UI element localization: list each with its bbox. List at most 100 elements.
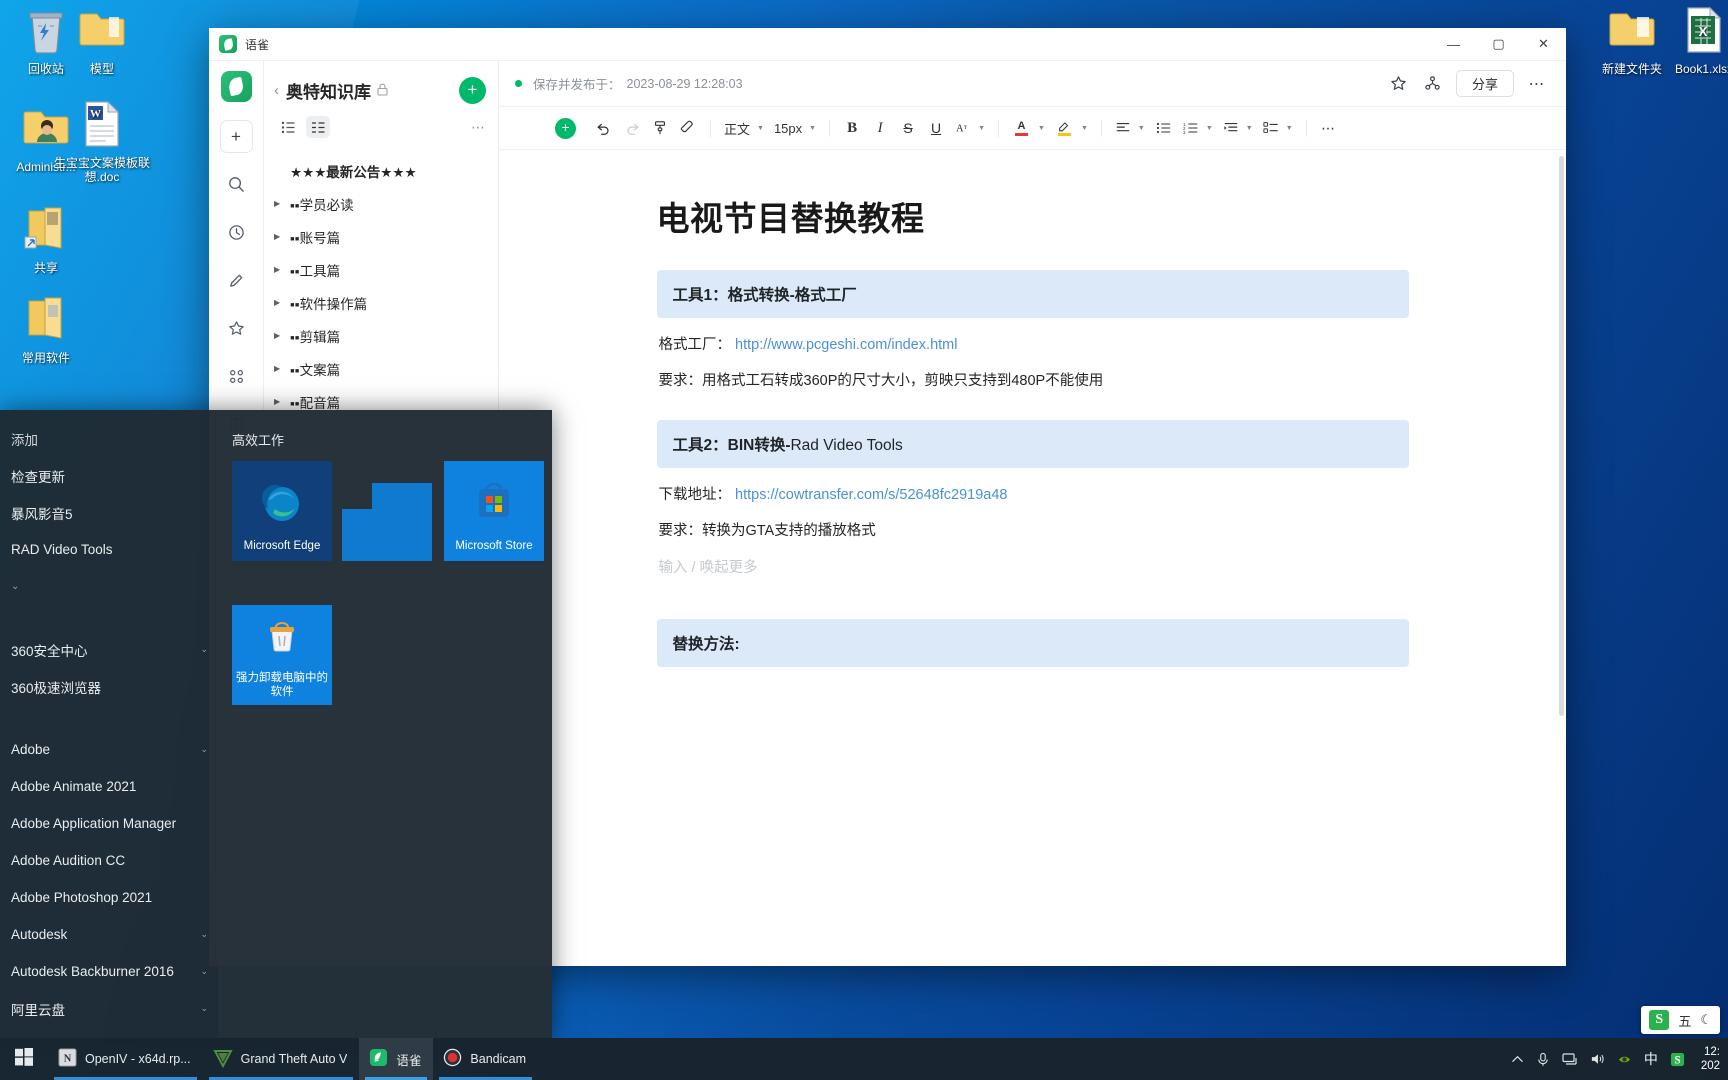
taskbar-item-yuque[interactable]: 语雀 (359, 1038, 434, 1080)
font-color-select[interactable]: A ▼ (1008, 115, 1049, 141)
redo-button[interactable] (619, 115, 645, 141)
desktop-icon-share-folder[interactable]: 共享 (0, 205, 92, 275)
chevron-left-icon[interactable]: ‹ (274, 82, 279, 99)
rail-draft-button[interactable] (220, 264, 253, 297)
tree-item[interactable]: ★★★最新公告★★★ (264, 154, 498, 187)
paragraph[interactable]: 要求：用格式工石转成360P的尺寸大小，剪映只支持到480P不能使用 (659, 370, 1409, 392)
strikethrough-button[interactable]: S (895, 115, 921, 141)
callout-block[interactable]: 替换方法: (656, 619, 1409, 667)
rail-favorites-button[interactable] (220, 312, 253, 345)
editor-placeholder[interactable]: 输入 / 唤起更多 (659, 556, 1409, 577)
nvidia-icon[interactable] (1617, 1053, 1632, 1066)
star-icon[interactable] (1384, 69, 1414, 99)
tile-partial-blue[interactable] (342, 509, 432, 561)
chevron-down-icon[interactable]: ⌄ (200, 929, 208, 940)
taskbar-clock[interactable]: 12: 202 (1697, 1045, 1720, 1073)
network-icon[interactable] (1562, 1052, 1578, 1066)
tile-uninstall-software[interactable]: 强力卸载电脑中的软件 (232, 605, 332, 705)
start-menu-item[interactable]: 360安全中心 ⌄ (0, 631, 218, 668)
chevron-right-icon[interactable]: ▶ (274, 331, 290, 340)
ime-mode-label[interactable]: 五 (1678, 1011, 1691, 1030)
tree-item[interactable]: ▶ ▪▪软件操作篇 (264, 286, 498, 319)
list-view-icon[interactable] (276, 116, 300, 138)
chevron-right-icon[interactable]: ▶ (274, 232, 290, 241)
tree-view-icon[interactable] (306, 116, 330, 138)
chevron-down-icon[interactable]: ⌄ (200, 1003, 208, 1014)
start-menu-item[interactable]: 暴风影音5 (0, 494, 218, 531)
start-menu-item[interactable]: Autodesk Backburner 2016 ⌄ (0, 953, 218, 990)
start-menu-item[interactable]: ⌄ (0, 568, 218, 605)
tree-item[interactable]: ▶ ▪▪文案篇 (264, 352, 498, 385)
highlight-select[interactable]: ▼ (1051, 115, 1092, 141)
bold-button[interactable]: B (839, 115, 865, 141)
start-menu-item[interactable]: 阿里云盘 ⌄ (0, 990, 218, 1027)
tree-item[interactable]: ▶ ▪▪账号篇 (264, 220, 498, 253)
clear-format-button[interactable] (675, 115, 701, 141)
close-button[interactable]: ✕ (1521, 28, 1566, 61)
chevron-right-icon[interactable]: ▶ (274, 298, 290, 307)
chevron-right-icon[interactable]: ▶ (274, 265, 290, 274)
taskbar-item-bandicam[interactable]: Bandicam (433, 1038, 538, 1080)
start-menu-item-rad-video-tools[interactable]: RAD Video Tools (0, 531, 218, 568)
text-more-select[interactable]: Aᴛ ▼ (951, 115, 989, 141)
italic-button[interactable]: I (867, 115, 893, 141)
desktop-icon-common-software[interactable]: 常用软件 (0, 295, 92, 365)
insert-block-button[interactable]: + (555, 117, 576, 139)
indent-select[interactable]: ▼ (1219, 115, 1257, 141)
tree-item[interactable]: ▶ ▪▪工具篇 (264, 253, 498, 286)
chevron-down-icon[interactable]: ⌄ (200, 744, 208, 755)
start-menu-item[interactable]: Autodesk ⌄ (0, 916, 218, 953)
font-size-select[interactable]: 15px ▼ (770, 115, 820, 141)
taskbar-item-openiv[interactable]: N OpenIV - x64d.rp... (48, 1038, 203, 1080)
chevron-down-icon[interactable]: ⌄ (200, 966, 208, 977)
chevron-right-icon[interactable]: ▶ (274, 397, 290, 406)
rail-add-button[interactable]: + (219, 120, 253, 153)
volume-icon[interactable] (1590, 1052, 1605, 1066)
desktop-icon-folder-model[interactable]: 模型 (56, 6, 148, 76)
document-link[interactable]: https://cowtransfer.com/s/52648fc2919a48 (735, 487, 1007, 503)
underline-button[interactable]: U (923, 115, 949, 141)
ime-chinese-icon[interactable]: 中 (1644, 1049, 1658, 1069)
ime-floating-bar[interactable]: S 五 ☾ (1641, 1006, 1720, 1034)
document-scroll-area[interactable]: 电视节目替换教程 工具1：格式转换-格式工厂 格式工厂： http://www.… (499, 150, 1566, 966)
bullet-list-button[interactable] (1151, 115, 1177, 141)
format-painter-button[interactable] (647, 115, 673, 141)
align-select[interactable]: ▼ (1111, 115, 1149, 141)
callout-block[interactable]: 工具2：BIN转换-Rad Video Tools (656, 420, 1409, 468)
desktop-icon-book1-xlsx[interactable]: X Book1.xlsx (1658, 6, 1728, 76)
taskbar-item-gtav[interactable]: Grand Theft Auto V (203, 1038, 360, 1080)
start-menu-item[interactable]: Adobe Application Manager (0, 805, 218, 842)
tree-item[interactable]: ▶ ▪▪学员必读 (264, 187, 498, 220)
share-nodes-icon[interactable] (1418, 69, 1448, 99)
rail-search-button[interactable] (220, 168, 253, 201)
tile-partial-blue-top[interactable] (372, 483, 432, 513)
maximize-button[interactable]: ▢ (1476, 28, 1521, 61)
document-link[interactable]: http://www.pcgeshi.com/index.html (735, 337, 957, 353)
tile-microsoft-store[interactable]: Microsoft Store (444, 461, 544, 561)
document-scrollbar[interactable] (1559, 156, 1564, 716)
sidebar-more-icon[interactable]: ⋯ (471, 119, 486, 136)
ordered-list-select[interactable]: 123 ▼ (1179, 115, 1217, 141)
sogou-icon[interactable]: S (1670, 1052, 1685, 1067)
chevron-right-icon[interactable]: ▶ (274, 364, 290, 373)
desktop-icon-word-doc[interactable]: W 生宝宝文案模板联想.doc (52, 100, 152, 184)
chevron-up-icon[interactable] (1511, 1053, 1524, 1066)
start-menu-item[interactable]: Adobe ⌄ (0, 731, 218, 768)
toolbar-overflow-button[interactable]: ⋯ (1316, 115, 1342, 141)
moon-icon[interactable]: ☾ (1700, 1012, 1712, 1028)
more-horizontal-icon[interactable]: ⋯ (1522, 69, 1552, 99)
start-menu-item[interactable]: 添加 (0, 420, 218, 457)
undo-button[interactable] (591, 115, 617, 141)
start-menu-app-list[interactable]: 添加 检查更新 暴风影音5 RAD Video Tools ⌄ 360安全中心 ⌄… (0, 410, 218, 1038)
callout-block[interactable]: 工具1：格式转换-格式工厂 (656, 270, 1409, 318)
microphone-icon[interactable] (1536, 1052, 1550, 1067)
start-menu-item[interactable]: 360极速浏览器 (0, 668, 218, 705)
rail-apps-button[interactable] (220, 360, 253, 393)
paragraph[interactable]: 要求：转换为GTA支持的播放格式 (659, 520, 1409, 542)
paragraph[interactable]: 下载地址： https://cowtransfer.com/s/52648fc2… (659, 484, 1409, 506)
start-button[interactable] (0, 1038, 48, 1080)
minimize-button[interactable]: — (1431, 28, 1476, 61)
share-button[interactable]: 分享 (1455, 70, 1514, 97)
add-doc-button[interactable]: + (459, 77, 486, 104)
start-menu-item[interactable]: Adobe Photoshop 2021 (0, 879, 218, 916)
